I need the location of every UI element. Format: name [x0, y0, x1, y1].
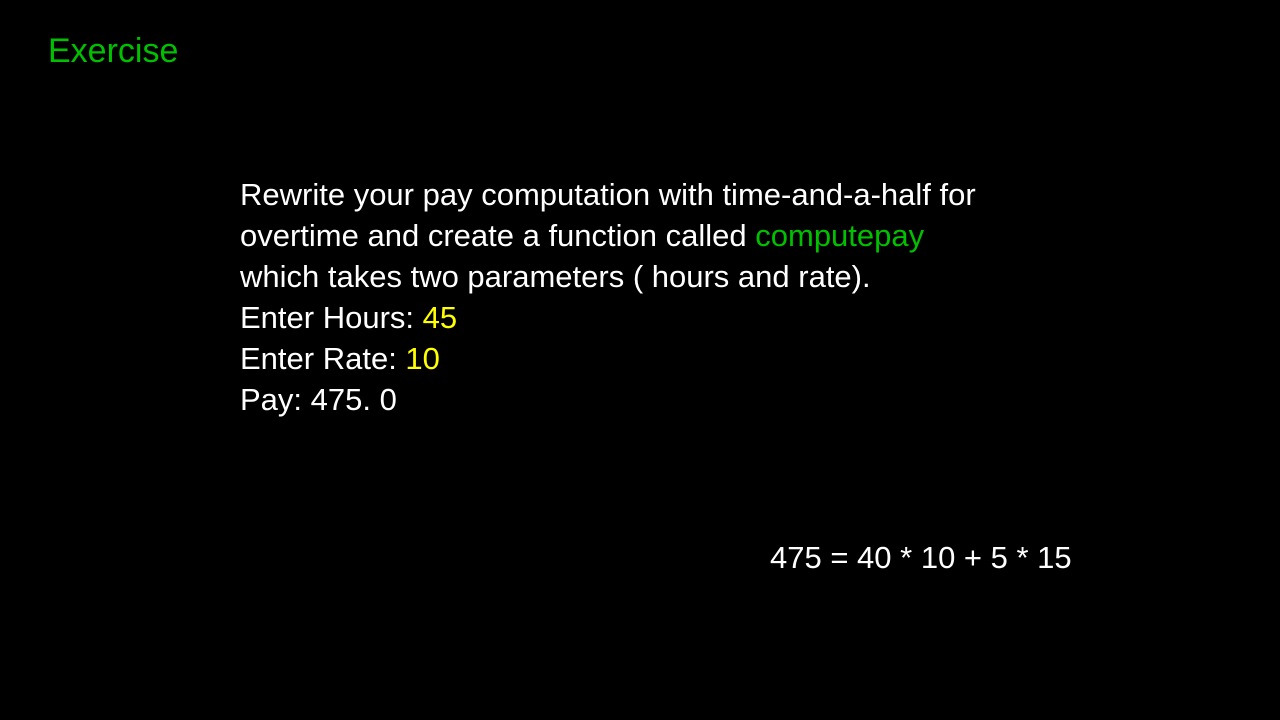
slide: Exercise Rewrite your pay computation wi… — [0, 0, 1280, 720]
exercise-body: Rewrite your pay computation with time-a… — [240, 175, 1000, 420]
calculation-line: 475 = 40 * 10 + 5 * 15 — [770, 540, 1072, 576]
pay-label: Pay: — [240, 382, 311, 417]
slide-title: Exercise — [48, 32, 178, 71]
hours-label: Enter Hours: — [240, 300, 423, 335]
instruction-part2: which takes two parameters ( hours and r… — [240, 259, 871, 294]
function-name: computepay — [755, 218, 924, 253]
hours-value: 45 — [423, 300, 457, 335]
pay-value: 475. 0 — [311, 382, 397, 417]
rate-value: 10 — [405, 341, 439, 376]
rate-label: Enter Rate: — [240, 341, 405, 376]
